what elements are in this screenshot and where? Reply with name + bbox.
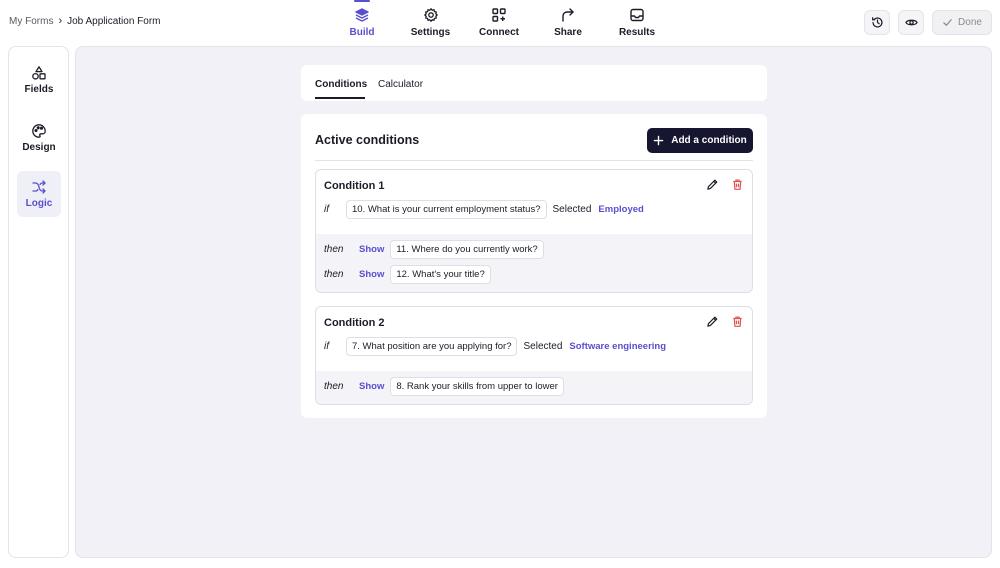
pencil-icon[interactable]	[706, 178, 719, 191]
tab-calculator[interactable]: Calculator	[378, 79, 423, 90]
then-row: then Show 12. What's your title?	[324, 265, 491, 284]
then-row: then Show 11. Where do you currently wor…	[324, 240, 544, 259]
trash-icon[interactable]	[731, 178, 744, 191]
nav-connect-label: Connect	[479, 27, 519, 38]
divider	[315, 160, 753, 161]
tab-active-indicator	[315, 97, 365, 99]
action-verb[interactable]: Show	[359, 269, 384, 280]
nav-share[interactable]: Share	[528, 0, 608, 46]
nav-connect[interactable]: Connect	[470, 0, 528, 46]
condition-value[interactable]: Software engineering	[569, 341, 666, 352]
left-rail: Fields Design Logic	[8, 46, 69, 558]
logic-tabs: Conditions Calculator	[301, 65, 767, 101]
done-button[interactable]: Done	[932, 10, 992, 35]
nav-settings-label: Settings	[410, 27, 451, 38]
then-block: then Show 11. Where do you currently wor…	[316, 234, 752, 292]
share-icon	[562, 8, 574, 22]
connect-icon	[492, 8, 506, 22]
then-row: then Show 8. Rank your skills from upper…	[324, 377, 564, 396]
tab-conditions[interactable]: Conditions	[315, 79, 367, 90]
operator-label: Selected	[552, 204, 592, 215]
then-keyword: then	[324, 269, 344, 280]
eye-icon	[904, 19, 918, 26]
top-nav: Build Settings Connect Share Results	[333, 0, 666, 46]
if-keyword: if	[324, 341, 329, 352]
question-chip[interactable]: 10. What is your current employment stat…	[346, 200, 547, 219]
rail-logic-label: Logic	[25, 198, 53, 209]
condition-value[interactable]: Employed	[598, 204, 643, 215]
nav-share-label: Share	[554, 27, 582, 38]
nav-settings[interactable]: Settings	[391, 0, 470, 46]
pencil-icon[interactable]	[706, 315, 719, 328]
conditions-panel: Active conditions Add a condition Condit…	[301, 114, 767, 418]
condition-if-row: if 10. What is your current employment s…	[324, 200, 644, 219]
nav-results-label: Results	[618, 27, 656, 38]
action-verb[interactable]: Show	[359, 244, 384, 255]
nav-results[interactable]: Results	[608, 0, 666, 46]
condition-card-2: Condition 2 if 7. What position are you …	[315, 306, 753, 405]
breadcrumb: My Forms › Job Application Form	[9, 15, 161, 27]
history-icon	[871, 17, 883, 28]
condition-if-row: if 7. What position are you applying for…	[324, 337, 666, 356]
rail-design-label: Design	[22, 142, 56, 153]
palette-icon	[32, 124, 46, 138]
then-block: then Show 8. Rank your skills from upper…	[316, 371, 752, 404]
shapes-icon	[32, 66, 46, 80]
breadcrumb-current: Job Application Form	[67, 15, 161, 27]
top-actions: Done	[864, 10, 992, 35]
gear-icon	[423, 8, 438, 22]
if-keyword: if	[324, 204, 329, 215]
rail-item-logic[interactable]: Logic	[17, 171, 61, 217]
inbox-icon	[630, 8, 644, 22]
target-chip[interactable]: 12. What's your title?	[390, 265, 491, 284]
top-bar: My Forms › Job Application Form Build Se…	[0, 0, 1000, 46]
rail-item-design[interactable]: Design	[17, 115, 61, 161]
trash-icon[interactable]	[731, 315, 744, 328]
plus-icon	[653, 135, 664, 146]
logic-canvas: Conditions Calculator Active conditions …	[75, 46, 992, 558]
action-verb[interactable]: Show	[359, 381, 384, 392]
check-icon	[943, 19, 952, 26]
nav-build-label: Build	[349, 27, 375, 38]
condition-title: Condition 1	[324, 180, 385, 192]
operator-label: Selected	[523, 341, 563, 352]
then-keyword: then	[324, 381, 344, 392]
condition-card-1: Condition 1 if 10. What is your current …	[315, 169, 753, 293]
rail-fields-label: Fields	[24, 84, 54, 95]
panel-title: Active conditions	[315, 133, 420, 147]
add-condition-label: Add a condition	[671, 135, 747, 146]
layers-icon	[355, 8, 369, 22]
condition-title: Condition 2	[324, 317, 385, 329]
breadcrumb-separator: ›	[58, 15, 63, 27]
rail-item-fields[interactable]: Fields	[17, 57, 61, 103]
history-button[interactable]	[864, 10, 890, 35]
target-chip[interactable]: 11. Where do you currently work?	[390, 240, 544, 259]
breadcrumb-my-forms[interactable]: My Forms	[9, 16, 53, 27]
shuffle-icon	[32, 180, 46, 194]
add-condition-button[interactable]: Add a condition	[647, 128, 753, 153]
nav-build[interactable]: Build	[333, 0, 391, 46]
target-chip[interactable]: 8. Rank your skills from upper to lower	[390, 377, 564, 396]
question-chip[interactable]: 7. What position are you applying for?	[346, 337, 518, 356]
then-keyword: then	[324, 244, 344, 255]
condition-tools	[706, 178, 744, 191]
condition-tools	[706, 315, 744, 328]
preview-button[interactable]	[898, 10, 924, 35]
done-label: Done	[958, 17, 982, 28]
